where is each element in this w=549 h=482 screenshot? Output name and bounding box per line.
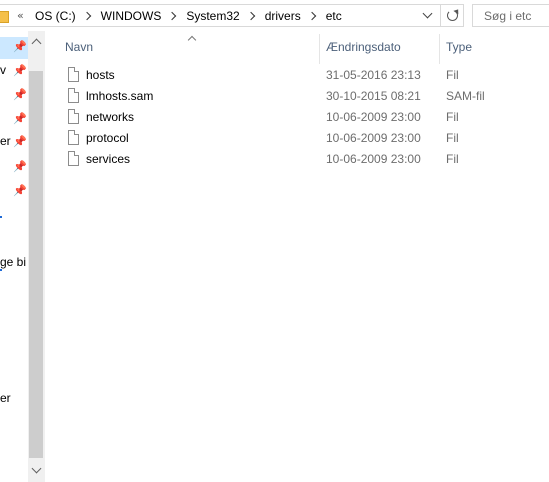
chevron-right-icon[interactable] (246, 12, 255, 21)
file-name: services (86, 152, 131, 166)
file-row[interactable]: networks 10-06-2009 23:00 Fil (66, 107, 526, 128)
file-name: hosts (86, 68, 115, 82)
nav-item[interactable]: 📌 (0, 181, 28, 201)
file-type: Fil (446, 131, 459, 145)
file-row[interactable]: lmhosts.sam 30-10-2015 08:21 SAM-fil (66, 86, 526, 107)
file-type: Fil (446, 152, 459, 166)
breadcrumb-etc[interactable]: etc (325, 8, 343, 25)
pin-icon[interactable]: 📌 (13, 136, 27, 147)
nav-item[interactable]: 📌 (0, 109, 28, 129)
breadcrumb-os-c[interactable]: OS (C:) (34, 8, 77, 25)
nav-item[interactable]: ge bi (0, 253, 28, 273)
file-type: SAM-fil (446, 89, 485, 103)
sort-ascending-icon (187, 35, 197, 45)
nav-item[interactable]: 📌 (0, 157, 28, 177)
address-bar-row: « OS (C:) WINDOWS System32 drivers etc Søg i… (0, 0, 549, 31)
file-icon (68, 88, 79, 103)
breadcrumb: OS (C:) WINDOWS System32 drivers etc (34, 8, 343, 25)
search-input[interactable]: Søg i etc (472, 4, 549, 27)
pin-icon[interactable]: 📌 (13, 65, 27, 76)
scroll-down-icon[interactable] (31, 463, 42, 474)
pin-icon[interactable]: 📌 (13, 185, 27, 196)
nav-item[interactable]: 📌 (0, 85, 28, 105)
breadcrumb-windows[interactable]: WINDOWS (100, 8, 163, 25)
nav-item[interactable]: v 📌 (0, 61, 28, 81)
breadcrumb-overflow[interactable]: « (17, 9, 24, 22)
pin-icon[interactable]: 📌 (13, 161, 27, 172)
nav-item-marker (0, 216, 2, 218)
file-icon (68, 67, 79, 82)
refresh-button[interactable] (441, 4, 464, 27)
nav-item-selected[interactable]: 📌 (0, 37, 28, 59)
chevron-down-icon[interactable] (422, 8, 433, 19)
nav-item[interactable]: er 📌 (0, 132, 28, 152)
file-date: 10-06-2009 23:00 (326, 110, 421, 124)
file-name: lmhosts.sam (86, 89, 154, 103)
chevron-right-icon[interactable] (82, 12, 91, 21)
file-row[interactable]: hosts 31-05-2016 23:13 Fil (66, 65, 526, 86)
pin-icon[interactable]: 📌 (13, 41, 27, 52)
column-header-type[interactable]: Type (446, 40, 472, 54)
column-header-name[interactable]: Navn (65, 40, 93, 54)
breadcrumb-drivers[interactable]: drivers (264, 8, 302, 25)
file-icon (68, 130, 79, 145)
file-name: protocol (86, 131, 129, 145)
file-list: Navn Ændringsdato Type hosts 31-05-2016 … (45, 31, 549, 482)
column-divider[interactable] (439, 34, 440, 64)
chevron-right-icon[interactable] (168, 12, 177, 21)
file-name: networks (86, 110, 135, 124)
breadcrumb-system32[interactable]: System32 (185, 8, 240, 25)
column-header-date[interactable]: Ændringsdato (326, 40, 401, 54)
file-icon (68, 151, 79, 166)
column-divider[interactable] (319, 34, 320, 64)
pin-icon[interactable]: 📌 (13, 89, 27, 100)
nav-scrollbar[interactable] (28, 31, 45, 482)
address-bar[interactable]: « OS (C:) WINDOWS System32 drivers etc (0, 4, 441, 27)
search-placeholder: Søg i etc (484, 9, 532, 23)
scrollbar-thumb[interactable] (29, 71, 43, 458)
pin-icon[interactable]: 📌 (13, 113, 27, 124)
navigation-pane: 📌 v 📌 📌 📌 er 📌 📌 📌 ge bi er (0, 31, 45, 482)
file-type: Fil (446, 110, 459, 124)
file-icon (68, 109, 79, 124)
file-row[interactable]: protocol 10-06-2009 23:00 Fil (66, 128, 526, 149)
file-date: 10-06-2009 23:00 (326, 152, 421, 166)
file-date: 10-06-2009 23:00 (326, 131, 421, 145)
chevron-right-icon[interactable] (307, 12, 316, 21)
scroll-up-icon[interactable] (31, 38, 42, 49)
file-row[interactable]: services 10-06-2009 23:00 Fil (66, 149, 526, 170)
file-date: 31-05-2016 23:13 (326, 68, 421, 82)
file-type: Fil (446, 68, 459, 82)
nav-item[interactable]: er (0, 389, 28, 409)
folder-icon (0, 11, 9, 23)
file-date: 30-10-2015 08:21 (326, 89, 421, 103)
